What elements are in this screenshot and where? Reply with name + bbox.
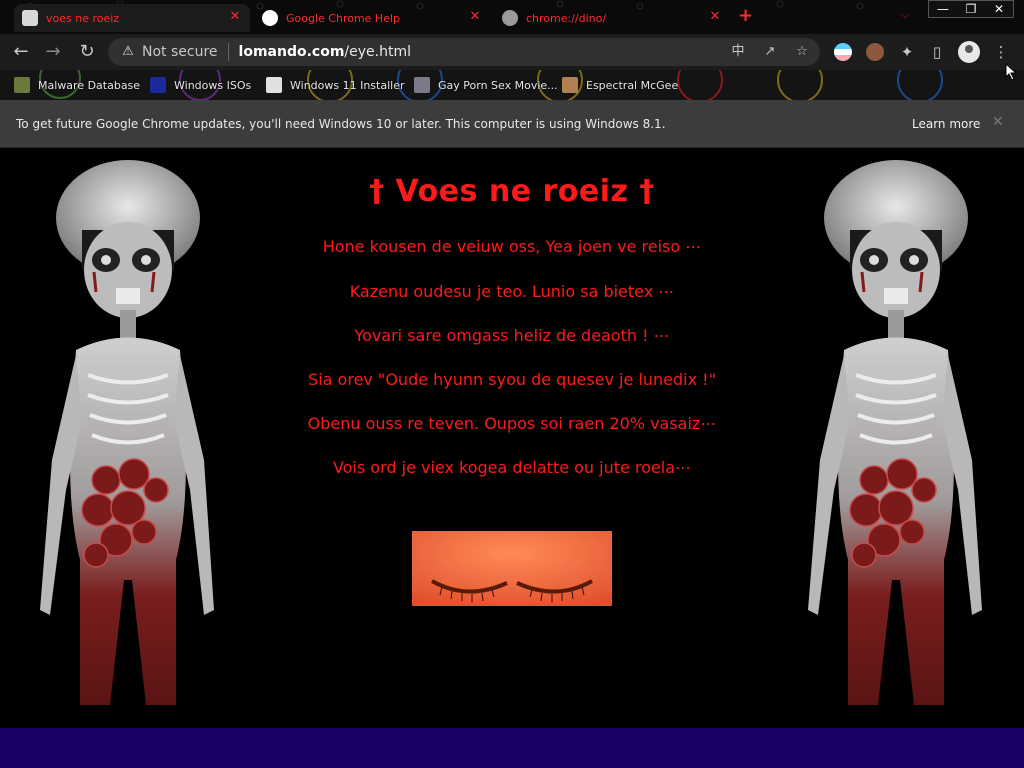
url-path: /eye.html (344, 44, 411, 60)
google-favicon-icon (262, 10, 278, 26)
site-logo-icon (414, 77, 430, 93)
not-secure-label[interactable]: Not secure (142, 44, 218, 60)
address-separator (227, 43, 229, 61)
bookmarks-bar: Malware Database Windows ISOs Windows 11… (0, 70, 1024, 100)
globe-favicon-icon (502, 10, 518, 26)
bookmark-label: Windows ISOs (174, 78, 252, 92)
tab-voes-ne-roeiz[interactable]: voes ne roeiz ✕ (14, 4, 250, 32)
url-text[interactable]: lomando.com/eye.html (239, 44, 411, 60)
document-icon (266, 77, 282, 93)
translate-icon[interactable]: 中 (730, 44, 746, 60)
doll-figure-left (40, 160, 214, 705)
forward-button[interactable]: → (42, 42, 64, 64)
bookmark-gay-porn-sex-movie[interactable]: Gay Porn Sex Movie... (414, 76, 558, 94)
bookmark-label: Espectral McGee (586, 78, 679, 92)
close-tab-icon[interactable]: ✕ (708, 10, 722, 24)
tab-title: voes ne roeiz (46, 11, 120, 25)
warning-triangle-icon[interactable]: ⚠ (120, 44, 136, 60)
new-tab-button[interactable]: + (738, 7, 753, 25)
close-window-button[interactable]: ✕ (984, 0, 1014, 18)
bookmark-label: Windows 11 Installer (290, 78, 405, 92)
bookmark-label: Malware Database (38, 78, 141, 92)
back-button[interactable]: ← (10, 42, 32, 64)
verse-line: Hone kousen de veiuw oss, Yea joen ve re… (322, 237, 702, 256)
infobar-message: To get future Google Chrome updates, you… (16, 117, 666, 131)
bookmark-malware-database[interactable]: Malware Database (14, 76, 140, 94)
extension-flag-icon[interactable] (834, 43, 852, 61)
close-infobar-button[interactable]: ✕ (992, 114, 1004, 130)
url-domain: lomando.com (238, 44, 345, 60)
verse-line: Yovari sare omgass heliz de deaoth ! ⋯ (354, 326, 670, 345)
share-icon[interactable]: ↗ (762, 44, 778, 60)
address-bar[interactable]: ⚠ Not secure lomando.com/eye.html 中 ↗ ☆ (108, 38, 820, 66)
extensions-puzzle-icon[interactable]: ✦ (896, 41, 918, 63)
x-logo-icon (150, 77, 166, 93)
side-panel-icon[interactable]: ▯ (926, 41, 948, 63)
bookmark-windows-11-installer[interactable]: Windows 11 Installer (266, 76, 405, 94)
minimize-button[interactable]: — (928, 0, 958, 18)
page-content: † Voes ne roeiz † Hone kousen de veiuw o… (0, 148, 1024, 728)
avatar-icon (562, 77, 578, 93)
chrome-menu-icon[interactable]: ⋮ (990, 41, 1012, 63)
update-infobar: To get future Google Chrome updates, you… (0, 100, 1024, 148)
mouse-cursor-icon (1005, 63, 1018, 81)
skull-favicon-icon (22, 10, 38, 26)
tab-google-chrome-help[interactable]: Google Chrome Help ✕ (254, 4, 490, 32)
verse-line: Kazenu oudesu je teo. Lunio sa bietex ⋯ (349, 282, 675, 301)
learn-more-link[interactable]: Learn more (912, 117, 980, 131)
bookmark-label: Gay Porn Sex Movie... (438, 78, 558, 92)
tab-strip: voes ne roeiz ✕ Google Chrome Help ✕ chr… (0, 0, 1024, 34)
profile-avatar-icon[interactable] (958, 41, 980, 63)
tab-title: chrome://dino/ (526, 11, 607, 25)
doll-figure-right (808, 160, 982, 705)
tab-title: Google Chrome Help (286, 11, 401, 25)
verse-line: Vois ord je viex kogea delatte ou jute r… (332, 458, 692, 477)
bookmark-windows-isos[interactable]: Windows ISOs (150, 76, 251, 94)
reload-button[interactable]: ↻ (76, 42, 98, 64)
tab-chrome-dino[interactable]: chrome://dino/ ✕ (494, 4, 730, 32)
verse-line: Obenu ouss re teven. Oupos soi raen 20% … (307, 414, 717, 433)
maximize-button[interactable]: ❐ (956, 0, 986, 18)
closed-eyes-image (412, 531, 612, 606)
page-footer-bar (0, 728, 1024, 768)
close-tab-icon[interactable]: ✕ (468, 10, 482, 24)
bookmark-star-icon[interactable]: ☆ (794, 44, 810, 60)
tab-search-chevron-icon[interactable]: ⌵ (896, 8, 914, 26)
page-title: † Voes ne roeiz † (369, 174, 655, 209)
bug-icon (14, 77, 30, 93)
close-tab-icon[interactable]: ✕ (228, 10, 242, 24)
verse-line: Sia orev "Oude hyunn syou de quesev je l… (308, 370, 716, 389)
bookmark-espectral-mcgee[interactable]: Espectral McGee (562, 76, 678, 94)
extension-avatar-icon[interactable] (866, 43, 884, 61)
